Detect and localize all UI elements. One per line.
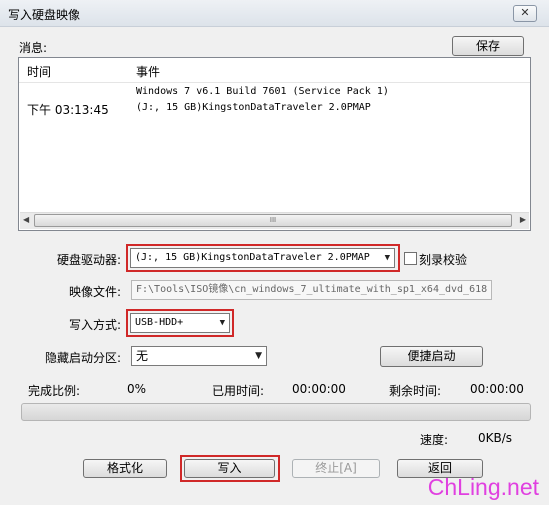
hidden-partition-label: 隐藏启动分区: <box>45 351 122 365</box>
remaining-value: 00:00:00 <box>470 382 524 396</box>
time-cell: 下午 03:13:45 <box>27 103 109 117</box>
verify-checkbox[interactable] <box>404 252 417 265</box>
message-list[interactable]: 时间 事件 Windows 7 v6.1 Build 7601 (Service… <box>18 57 531 231</box>
drive-select[interactable]: (J:, 15 GB)KingstonDataTraveler 2.0PMAP … <box>130 248 395 268</box>
column-event[interactable]: 事件 <box>136 63 160 80</box>
event-cell: (J:, 15 GB)KingstonDataTraveler 2.0PMAP <box>136 102 371 113</box>
watermark: ChLing.net <box>427 474 539 500</box>
remaining-label: 剩余时间: <box>389 384 442 398</box>
horizontal-scrollbar[interactable]: ◀ III ▶ <box>20 212 529 229</box>
drive-label: 硬盘驱动器: <box>57 253 122 267</box>
image-file-label: 映像文件: <box>69 285 122 299</box>
verify-label: 刻录校验 <box>419 253 468 267</box>
speed-value: 0KB/s <box>478 431 513 445</box>
chevron-down-icon: ▼ <box>219 318 225 328</box>
write-button[interactable]: 写入 <box>184 459 275 478</box>
elapsed-label: 已用时间: <box>212 384 265 398</box>
save-button[interactable]: 保存 <box>452 36 524 56</box>
chevron-down-icon: ▼ <box>384 253 390 263</box>
elapsed-value: 00:00:00 <box>292 382 346 396</box>
write-method-value: USB-HDD+ <box>135 317 184 328</box>
complete-label: 完成比例: <box>28 384 81 398</box>
hidden-partition-select[interactable]: 无 ▼ <box>131 346 267 366</box>
event-cell: Windows 7 v6.1 Build 7601 (Service Pack … <box>136 86 389 97</box>
window-title: 写入硬盘映像 <box>8 8 81 22</box>
progress-bar <box>21 403 531 421</box>
title-bar: 写入硬盘映像 ✕ <box>0 0 549 27</box>
complete-value: 0% <box>127 382 147 396</box>
write-method-label: 写入方式: <box>69 318 122 332</box>
close-button[interactable]: ✕ <box>513 5 537 22</box>
scroll-thumb[interactable]: III <box>34 214 512 227</box>
column-time[interactable]: 时间 <box>27 63 51 80</box>
quick-boot-button[interactable]: 便捷启动 <box>380 346 483 367</box>
drive-value: (J:, 15 GB)KingstonDataTraveler 2.0PMAP <box>135 252 370 263</box>
speed-label: 速度: <box>420 433 449 447</box>
list-header: 时间 事件 <box>19 58 530 83</box>
hidden-partition-value: 无 <box>136 349 149 363</box>
chevron-down-icon: ▼ <box>255 351 262 361</box>
format-button[interactable]: 格式化 <box>83 459 167 478</box>
write-method-select[interactable]: USB-HDD+ ▼ <box>130 313 230 333</box>
image-file-field[interactable]: F:\Tools\ISO镜像\cn_windows_7_ultimate_wit… <box>131 280 492 300</box>
messages-label: 消息: <box>19 41 48 55</box>
scroll-left-icon[interactable]: ◀ <box>23 215 29 224</box>
terminate-button[interactable]: 终止[A] <box>292 459 380 478</box>
scroll-right-icon[interactable]: ▶ <box>520 215 526 224</box>
